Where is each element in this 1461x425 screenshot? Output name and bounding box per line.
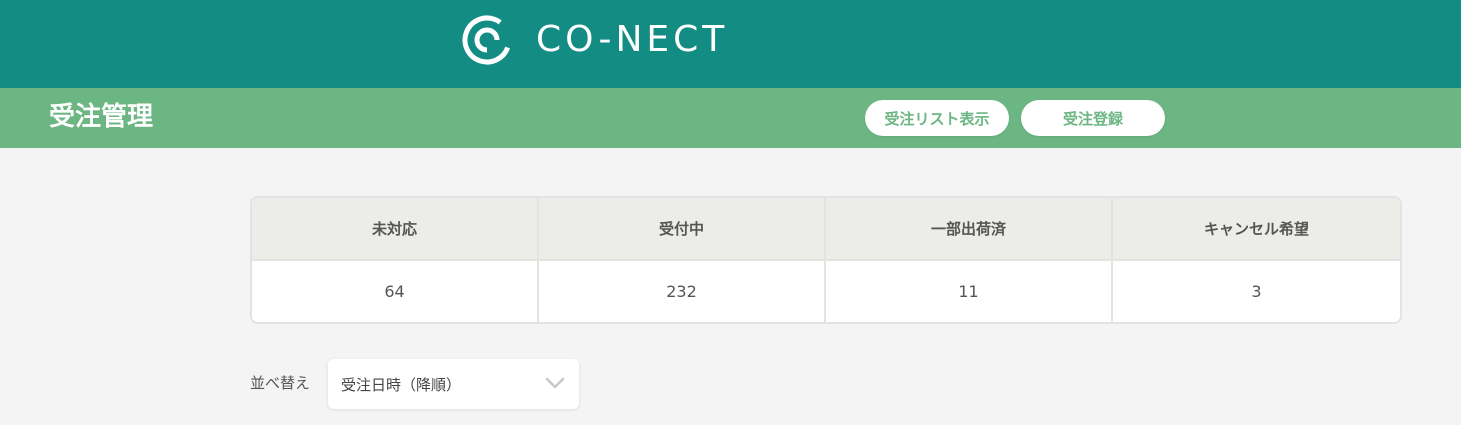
logo[interactable]: CO-NECT: [462, 15, 728, 65]
status-header-unhandled: 未対応: [252, 198, 539, 261]
status-header-cancel-requested: キャンセル希望: [1113, 198, 1400, 261]
logo-mark-icon: [462, 15, 512, 65]
chevron-down-icon: [545, 377, 565, 389]
sort-label: 並べ替え: [250, 374, 311, 392]
page-title: 受注管理: [49, 102, 154, 132]
order-list-button[interactable]: 受注リスト表示: [865, 100, 1009, 136]
status-count-partially-shipped[interactable]: 11: [826, 261, 1113, 322]
logo-text: CO-NECT: [536, 19, 729, 60]
page-header-bar: 受注管理 受注リスト表示 受注登録: [0, 88, 1461, 148]
status-count-accepting[interactable]: 232: [539, 261, 826, 322]
order-status-table: 未対応 受付中 一部出荷済 キャンセル希望 64 232 11 3: [250, 196, 1402, 324]
status-count-cancel-requested[interactable]: 3: [1113, 261, 1400, 322]
status-count-unhandled[interactable]: 64: [252, 261, 539, 322]
status-header-accepting: 受付中: [539, 198, 826, 261]
sort-select[interactable]: 受注日時（降順）: [328, 359, 579, 409]
order-register-button[interactable]: 受注登録: [1021, 100, 1165, 136]
sort-selected-value: 受注日時（降順）: [341, 375, 462, 394]
status-header-partially-shipped: 一部出荷済: [826, 198, 1113, 261]
top-header: CO-NECT: [0, 0, 1461, 88]
